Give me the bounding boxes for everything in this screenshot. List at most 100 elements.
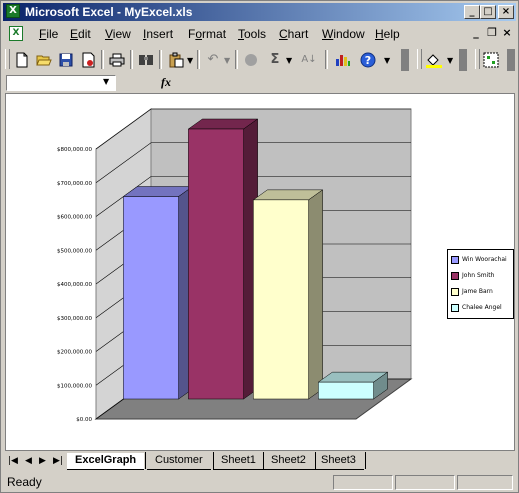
first-sheet-button[interactable]: |◀ <box>8 455 18 467</box>
legend-label: Win Woorachai <box>462 256 507 263</box>
legend-item: Jame Barn <box>451 284 510 300</box>
help-dropdown-arrow[interactable]: ▼ <box>384 57 390 65</box>
toolbar-separator <box>101 50 104 69</box>
status-panel <box>333 475 393 490</box>
chart-3d-column[interactable]: $0.00 $100,000.00 $200,000.00 $300,000.00 $4… <box>6 94 514 450</box>
legend-swatch <box>451 287 459 296</box>
standard-toolbar: ▼ ↶ ▼ Σ ▼ A↓ ? ▼ ▼ <box>3 47 516 73</box>
tab-divider <box>365 452 366 469</box>
y-tick-label: $200,000.00 <box>57 350 92 356</box>
menu-view[interactable]: View <box>105 27 131 41</box>
toolbar-separator <box>130 50 133 69</box>
save-icon[interactable] <box>56 50 76 69</box>
y-tick-label: $700,000.00 <box>57 181 92 187</box>
toolbar-separator <box>159 50 162 69</box>
chart-legend[interactable]: Win Woorachai John Smith Jame Barn Chale… <box>447 249 514 319</box>
menu-format[interactable]: Format <box>188 27 226 41</box>
menu-insert[interactable]: Insert <box>143 27 173 41</box>
legend-item: Chalee Angel <box>451 300 510 316</box>
name-box-dropdown-arrow[interactable]: ▼ <box>103 78 109 86</box>
undo-dropdown-arrow[interactable]: ▼ <box>224 57 230 65</box>
toolbar-options-button-2[interactable] <box>459 49 467 71</box>
undo-icon[interactable]: ↶ <box>203 50 223 69</box>
tab-excelgraph[interactable]: ExcelGraph <box>67 453 145 470</box>
legend-label: Jame Barn <box>462 288 493 295</box>
hyperlink-icon[interactable] <box>241 50 261 69</box>
y-tick-label: $500,000.00 <box>57 248 92 254</box>
title-bar[interactable]: X Microsoft Excel - MyExcel.xls _ □ × <box>3 3 516 21</box>
maximize-button[interactable]: □ <box>480 5 496 19</box>
chart-sheet[interactable]: $0.00 $100,000.00 $200,000.00 $300,000.00 $4… <box>5 93 515 451</box>
last-sheet-button[interactable]: ▶| <box>53 455 63 467</box>
toolbar-grip[interactable] <box>5 49 10 69</box>
tab-sheet2[interactable]: Sheet2 <box>263 453 314 470</box>
window-title: Microsoft Excel - MyExcel.xls <box>25 5 193 19</box>
name-box[interactable] <box>6 75 116 91</box>
print-icon[interactable] <box>107 50 127 69</box>
tab-sheet3[interactable]: Sheet3 <box>313 453 364 470</box>
menu-chart[interactable]: Chart <box>279 27 308 41</box>
permission-icon[interactable] <box>78 50 98 69</box>
new-icon[interactable] <box>12 50 32 69</box>
sheet-tabs-bar: |◀ ◀ ▶ ▶| ExcelGraph Customer Sheet1 She… <box>5 452 515 470</box>
menu-edit[interactable]: Edit <box>70 27 91 41</box>
toolbar-separator <box>235 50 238 69</box>
toolbar-options-button-3[interactable] <box>507 49 515 71</box>
bar-front-face <box>188 128 244 400</box>
menu-tools[interactable]: Tools <box>238 27 266 41</box>
tab-customer[interactable]: Customer <box>147 453 211 470</box>
y-tick-label: $400,000.00 <box>57 282 92 288</box>
legend-item: John Smith <box>451 268 510 284</box>
toolbar-grip-2[interactable] <box>475 49 480 69</box>
bar-front-face <box>318 381 374 400</box>
insert-function-icon[interactable]: fx <box>161 75 171 90</box>
workbook-icon[interactable]: X <box>9 26 23 41</box>
y-tick-label: $600,000.00 <box>57 215 92 221</box>
y-tick-label: $100,000.00 <box>57 383 92 389</box>
autosum-dropdown-arrow[interactable]: ▼ <box>286 57 292 65</box>
menu-bar: X File Edit View Insert Format Tools Cha… <box>3 24 516 44</box>
y-tick-label: $300,000.00 <box>57 316 92 322</box>
toolbar-options-button[interactable] <box>401 49 409 71</box>
excel-app-icon[interactable]: X <box>6 4 20 18</box>
formula-input[interactable] <box>175 75 515 91</box>
menu-help[interactable]: Help <box>375 27 400 41</box>
bar-front-face <box>123 196 179 400</box>
next-sheet-button[interactable]: ▶ <box>39 455 46 467</box>
sort-icon[interactable]: A↓ <box>299 50 319 69</box>
minimize-button[interactable]: _ <box>464 5 480 19</box>
research-icon[interactable] <box>136 50 156 69</box>
excel-window: X Microsoft Excel - MyExcel.xls _ □ × X … <box>0 0 519 493</box>
paste-icon[interactable] <box>166 50 186 69</box>
doc-minimize-button[interactable]: _ <box>469 27 483 40</box>
formula-bar: ▼ fx <box>3 74 516 92</box>
legend-label: John Smith <box>462 272 495 279</box>
legend-label: Chalee Angel <box>462 304 502 311</box>
open-icon[interactable] <box>34 50 54 69</box>
tab-divider <box>145 452 146 469</box>
y-tick-label: $0.00 <box>76 417 92 423</box>
close-button[interactable]: × <box>498 5 514 19</box>
legend-swatch <box>451 303 459 312</box>
menu-file[interactable]: File <box>39 27 58 41</box>
menu-window[interactable]: Window <box>322 27 365 41</box>
bar-side-face <box>308 189 323 400</box>
chart-wizard-icon[interactable] <box>333 50 353 69</box>
toolbar-separator <box>197 50 200 69</box>
tab-sheet1[interactable]: Sheet1 <box>213 453 264 470</box>
prev-sheet-button[interactable]: ◀ <box>25 455 32 467</box>
status-panel <box>395 475 455 490</box>
legend-swatch <box>451 271 459 280</box>
bar-front-face <box>253 199 309 400</box>
chart-type-icon[interactable] <box>481 50 501 69</box>
toolbar-separator <box>325 50 328 69</box>
status-text: Ready <box>7 475 42 489</box>
help-icon[interactable]: ? <box>358 50 378 69</box>
paste-dropdown-arrow[interactable]: ▼ <box>187 57 193 65</box>
fill-color-icon[interactable] <box>424 50 444 69</box>
toolbar-grip[interactable] <box>417 49 422 69</box>
autosum-icon[interactable]: Σ <box>265 50 285 69</box>
fill-color-dropdown-arrow[interactable]: ▼ <box>447 57 453 65</box>
doc-restore-button[interactable]: ❐ <box>485 27 499 40</box>
doc-close-button[interactable]: × <box>500 27 514 40</box>
